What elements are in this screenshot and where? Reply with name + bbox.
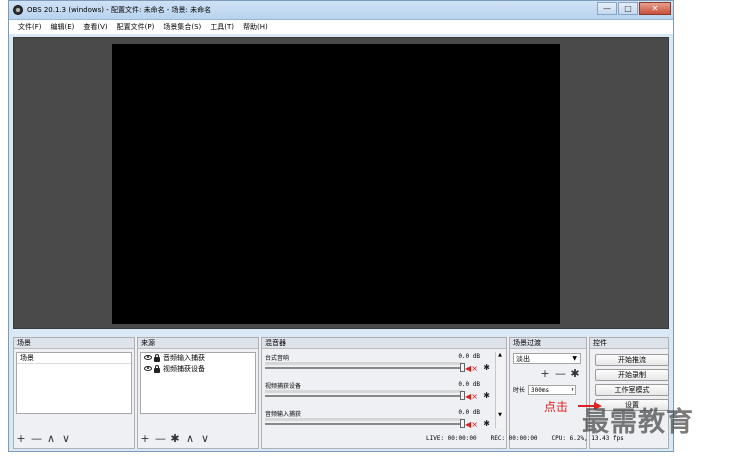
source-item-icons — [144, 365, 160, 373]
mixer-channel: 视频捕获设备 0.0 dB ◀× ✱ — [264, 380, 492, 407]
start-recording-button[interactable]: 开始录制 — [595, 369, 669, 381]
scenes-header: 场景 — [14, 338, 134, 349]
scene-item[interactable]: 场景 — [17, 353, 131, 364]
volume-slider[interactable] — [265, 391, 465, 400]
dock-area: 场景 场景 + — ∧ ∨ 来源 音频输入捕获 视频捕获设备 + — ✱ ∧ ∨… — [13, 337, 669, 449]
obs-window: OBS 20.1.3 (windows) - 配置文件: 未命名 - 场景: 未… — [8, 0, 674, 452]
obs-logo-icon — [13, 5, 23, 15]
menu-scene-collection[interactable]: 场景集合(S) — [163, 22, 201, 32]
volume-slider[interactable] — [265, 363, 465, 372]
source-item[interactable]: 音频输入捕获 — [141, 353, 255, 364]
volume-meter — [265, 418, 462, 421]
transition-toolbar: + — ✱ — [540, 368, 585, 380]
source-properties-gear-icon[interactable]: ✱ — [170, 433, 180, 445]
window-title: OBS 20.1.3 (windows) - 配置文件: 未命名 - 场景: 未… — [27, 6, 212, 14]
mixer-gear-icon[interactable]: ✱ — [483, 363, 490, 372]
studio-mode-button[interactable]: 工作室模式 — [595, 384, 669, 396]
add-source-button[interactable]: + — [140, 433, 150, 445]
mixer-channel-name: 视频捕获设备 — [265, 383, 302, 390]
scenes-dock: 场景 场景 + — ∧ ∨ — [13, 337, 135, 449]
speaker-mute-icon[interactable]: ◀× — [465, 364, 478, 373]
maximize-button[interactable]: □ — [618, 2, 638, 15]
duration-row: 时长 300ms ⬍ — [513, 384, 581, 395]
controls-header: 控件 — [590, 338, 668, 349]
scene-up-button[interactable]: ∧ — [46, 433, 56, 445]
mixer-channel-db: 0.0 dB — [458, 353, 480, 360]
lock-icon[interactable] — [154, 365, 160, 373]
lock-icon[interactable] — [154, 354, 160, 362]
menu-profile[interactable]: 配置文件(P) — [117, 22, 155, 32]
duration-label: 时长 — [513, 387, 526, 394]
volume-meter — [265, 362, 462, 365]
transition-gear-icon[interactable]: ✱ — [570, 368, 580, 380]
minimize-button[interactable]: — — [597, 2, 617, 15]
source-item-label: 音频输入捕获 — [163, 354, 205, 362]
mixer-dock: 混音器 台式音响 0.0 dB ◀× ✱ 视频捕获设备 0.0 dB ◀× ✱ … — [261, 337, 507, 449]
visibility-eye-icon[interactable] — [144, 355, 152, 360]
watermark: 最需教育 — [582, 407, 694, 438]
add-transition-button[interactable]: + — [540, 368, 550, 380]
duration-spinbox[interactable]: 300ms ⬍ — [528, 384, 577, 395]
add-scene-button[interactable]: + — [16, 433, 26, 445]
sources-toolbar: + — ✱ ∧ ∨ — [140, 432, 215, 446]
mixer-gear-icon[interactable]: ✱ — [483, 419, 490, 428]
transition-select[interactable]: 淡出 ▼ — [513, 353, 581, 364]
transition-select-value: 淡出 — [516, 355, 530, 363]
speaker-mute-icon[interactable]: ◀× — [465, 392, 478, 401]
source-item-label: 视频捕获设备 — [163, 365, 205, 373]
remove-source-button[interactable]: — — [155, 433, 166, 445]
mixer-gear-icon[interactable]: ✱ — [483, 391, 490, 400]
menu-tools[interactable]: 工具(T) — [210, 22, 234, 32]
sources-list[interactable]: 音频输入捕获 视频捕获设备 — [140, 352, 256, 414]
sources-header: 来源 — [138, 338, 258, 349]
mixer-channel-name: 音频输入捕获 — [265, 411, 302, 418]
menu-bar: 文件(F) 编辑(E) 查看(V) 配置文件(P) 场景集合(S) 工具(T) … — [9, 20, 673, 34]
scene-item-label: 场景 — [20, 353, 34, 362]
source-down-button[interactable]: ∨ — [200, 433, 210, 445]
live-status: LIVE: 00:00:00 — [426, 435, 477, 442]
preview-canvas[interactable] — [112, 44, 560, 324]
mixer-channel: 音频输入捕获 0.0 dB ◀× ✱ — [264, 408, 492, 435]
menu-file[interactable]: 文件(F) — [18, 22, 42, 32]
title-bar[interactable]: OBS 20.1.3 (windows) - 配置文件: 未命名 - 场景: 未… — [9, 1, 673, 20]
sources-dock: 来源 音频输入捕获 视频捕获设备 + — ✱ ∧ ∨ — [137, 337, 259, 449]
remove-scene-button[interactable]: — — [31, 433, 42, 445]
transitions-dock: 场景过渡 淡出 ▼ + — ✱ 时长 300ms ⬍ — [509, 337, 587, 449]
close-button[interactable]: ✕ — [639, 2, 671, 15]
source-up-button[interactable]: ∧ — [185, 433, 195, 445]
scene-down-button[interactable]: ∨ — [61, 433, 71, 445]
volume-slider[interactable] — [265, 419, 465, 428]
mixer-channel-db: 0.0 dB — [458, 381, 480, 388]
mixer-channel: 台式音响 0.0 dB ◀× ✱ — [264, 352, 492, 379]
scenes-list[interactable]: 场景 — [16, 352, 132, 414]
start-streaming-button[interactable]: 开始推流 — [595, 354, 669, 366]
preview-area — [13, 37, 669, 329]
window-controls: — □ ✕ — [596, 2, 671, 15]
menu-help[interactable]: 帮助(H) — [243, 22, 268, 32]
duration-value: 300ms — [531, 386, 550, 394]
chevron-down-icon: ▼ — [572, 355, 577, 362]
mixer-scrollbar[interactable]: ▲ ▼ — [495, 352, 504, 428]
menu-edit[interactable]: 编辑(E) — [51, 22, 75, 32]
mixer-channel-name: 台式音响 — [265, 355, 290, 362]
transitions-header: 场景过渡 — [510, 338, 586, 349]
spin-arrows-icon[interactable]: ⬍ — [571, 386, 574, 395]
click-annotation: 点击 — [544, 400, 569, 414]
volume-meter — [265, 390, 462, 393]
visibility-eye-icon[interactable] — [144, 366, 152, 371]
menu-view[interactable]: 查看(V) — [83, 22, 107, 32]
source-item-icons — [144, 354, 160, 362]
source-item[interactable]: 视频捕获设备 — [141, 364, 255, 375]
mixer-channel-db: 0.0 dB — [458, 409, 480, 416]
speaker-mute-icon[interactable]: ◀× — [465, 420, 478, 429]
rec-status: REC: 00:00:00 — [490, 435, 538, 442]
scenes-toolbar: + — ∧ ∨ — [16, 432, 76, 446]
mixer-header: 混音器 — [262, 338, 506, 349]
remove-transition-button[interactable]: — — [555, 368, 566, 380]
